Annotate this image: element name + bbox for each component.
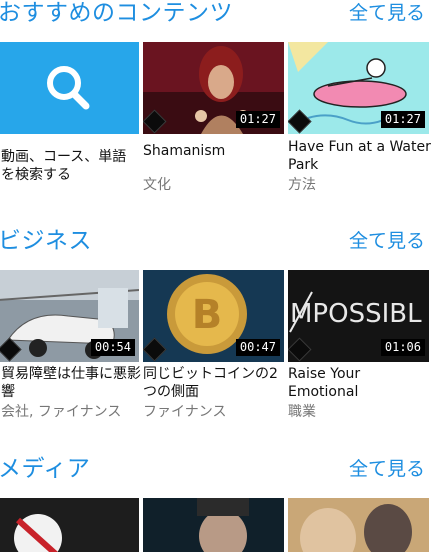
duration-label: 00:47 [235,339,280,356]
section-header-recommended: おすすめのコンテンツ 全て見る [0,0,433,38]
thumbnail-image [0,498,139,552]
svg-text:MPOSSIBL: MPOSSIBL [290,299,422,329]
video-card[interactable]: 01:27 Have Fun at a Water Park 方法 [288,42,431,193]
card-category: 職業 [288,404,316,420]
search-thumbnail[interactable] [0,42,139,134]
section-header-business: ビジネス 全て見る [0,226,433,266]
thumbnail-image [143,498,284,552]
card-category: 方法 [288,177,316,193]
see-all-link[interactable]: 全て見る [349,0,425,26]
card-title: 貿易障壁は仕事に悪影響 [1,366,141,400]
video-card[interactable] [143,498,284,552]
video-card[interactable] [288,498,429,552]
see-all-link[interactable]: 全て見る [349,456,425,482]
video-thumbnail[interactable] [0,498,139,552]
card-title: Raise Your Emotional [288,366,361,400]
card-category: ファイナンス [143,404,227,420]
duration-label: 00:54 [90,339,135,356]
section-header-media: メディア 全て見る [0,454,433,494]
duration-label: 01:27 [235,111,280,128]
card-category: 文化 [143,177,171,193]
video-card[interactable]: MPOSSIBL 01:06 Raise Your Emotional 職業 [288,270,429,420]
duration-label: 01:06 [380,339,425,356]
duration-label: 01:27 [380,111,425,128]
svg-text:B: B [192,292,223,338]
video-card[interactable]: 00:54 貿易障壁は仕事に悪影響 会社, ファイナンス [0,270,141,420]
video-thumbnail[interactable]: 01:27 [143,42,284,134]
video-card[interactable]: B 00:47 同じビットコインの2つの側面 ファイナンス [143,270,284,420]
video-thumbnail[interactable] [288,498,429,552]
search-icon [47,66,90,110]
section-title: ビジネス [0,228,92,254]
thumbnail-image [288,498,429,552]
section-title: おすすめのコンテンツ [0,0,233,26]
section-title: メディア [0,456,91,482]
video-card[interactable]: 01:27 Shamanism 文化 [143,42,284,193]
card-title: 同じビットコインの2つの側面 [143,366,278,400]
see-all-link[interactable]: 全て見る [349,228,425,254]
card-category: 会社, ファイナンス [1,404,122,420]
card-title: Have Fun at a Water Park [288,139,431,173]
video-thumbnail[interactable] [143,498,284,552]
video-thumbnail[interactable]: 01:27 [288,42,429,134]
video-thumbnail[interactable]: MPOSSIBL 01:06 [288,270,429,362]
card-title: 動画、コース、単語を検索する [1,149,127,183]
card-title: Shamanism [143,143,226,159]
video-thumbnail[interactable]: 00:54 [0,270,139,362]
video-card[interactable] [0,498,139,552]
video-thumbnail[interactable]: B 00:47 [143,270,284,362]
search-card[interactable]: 動画、コース、単語を検索する [0,42,139,183]
